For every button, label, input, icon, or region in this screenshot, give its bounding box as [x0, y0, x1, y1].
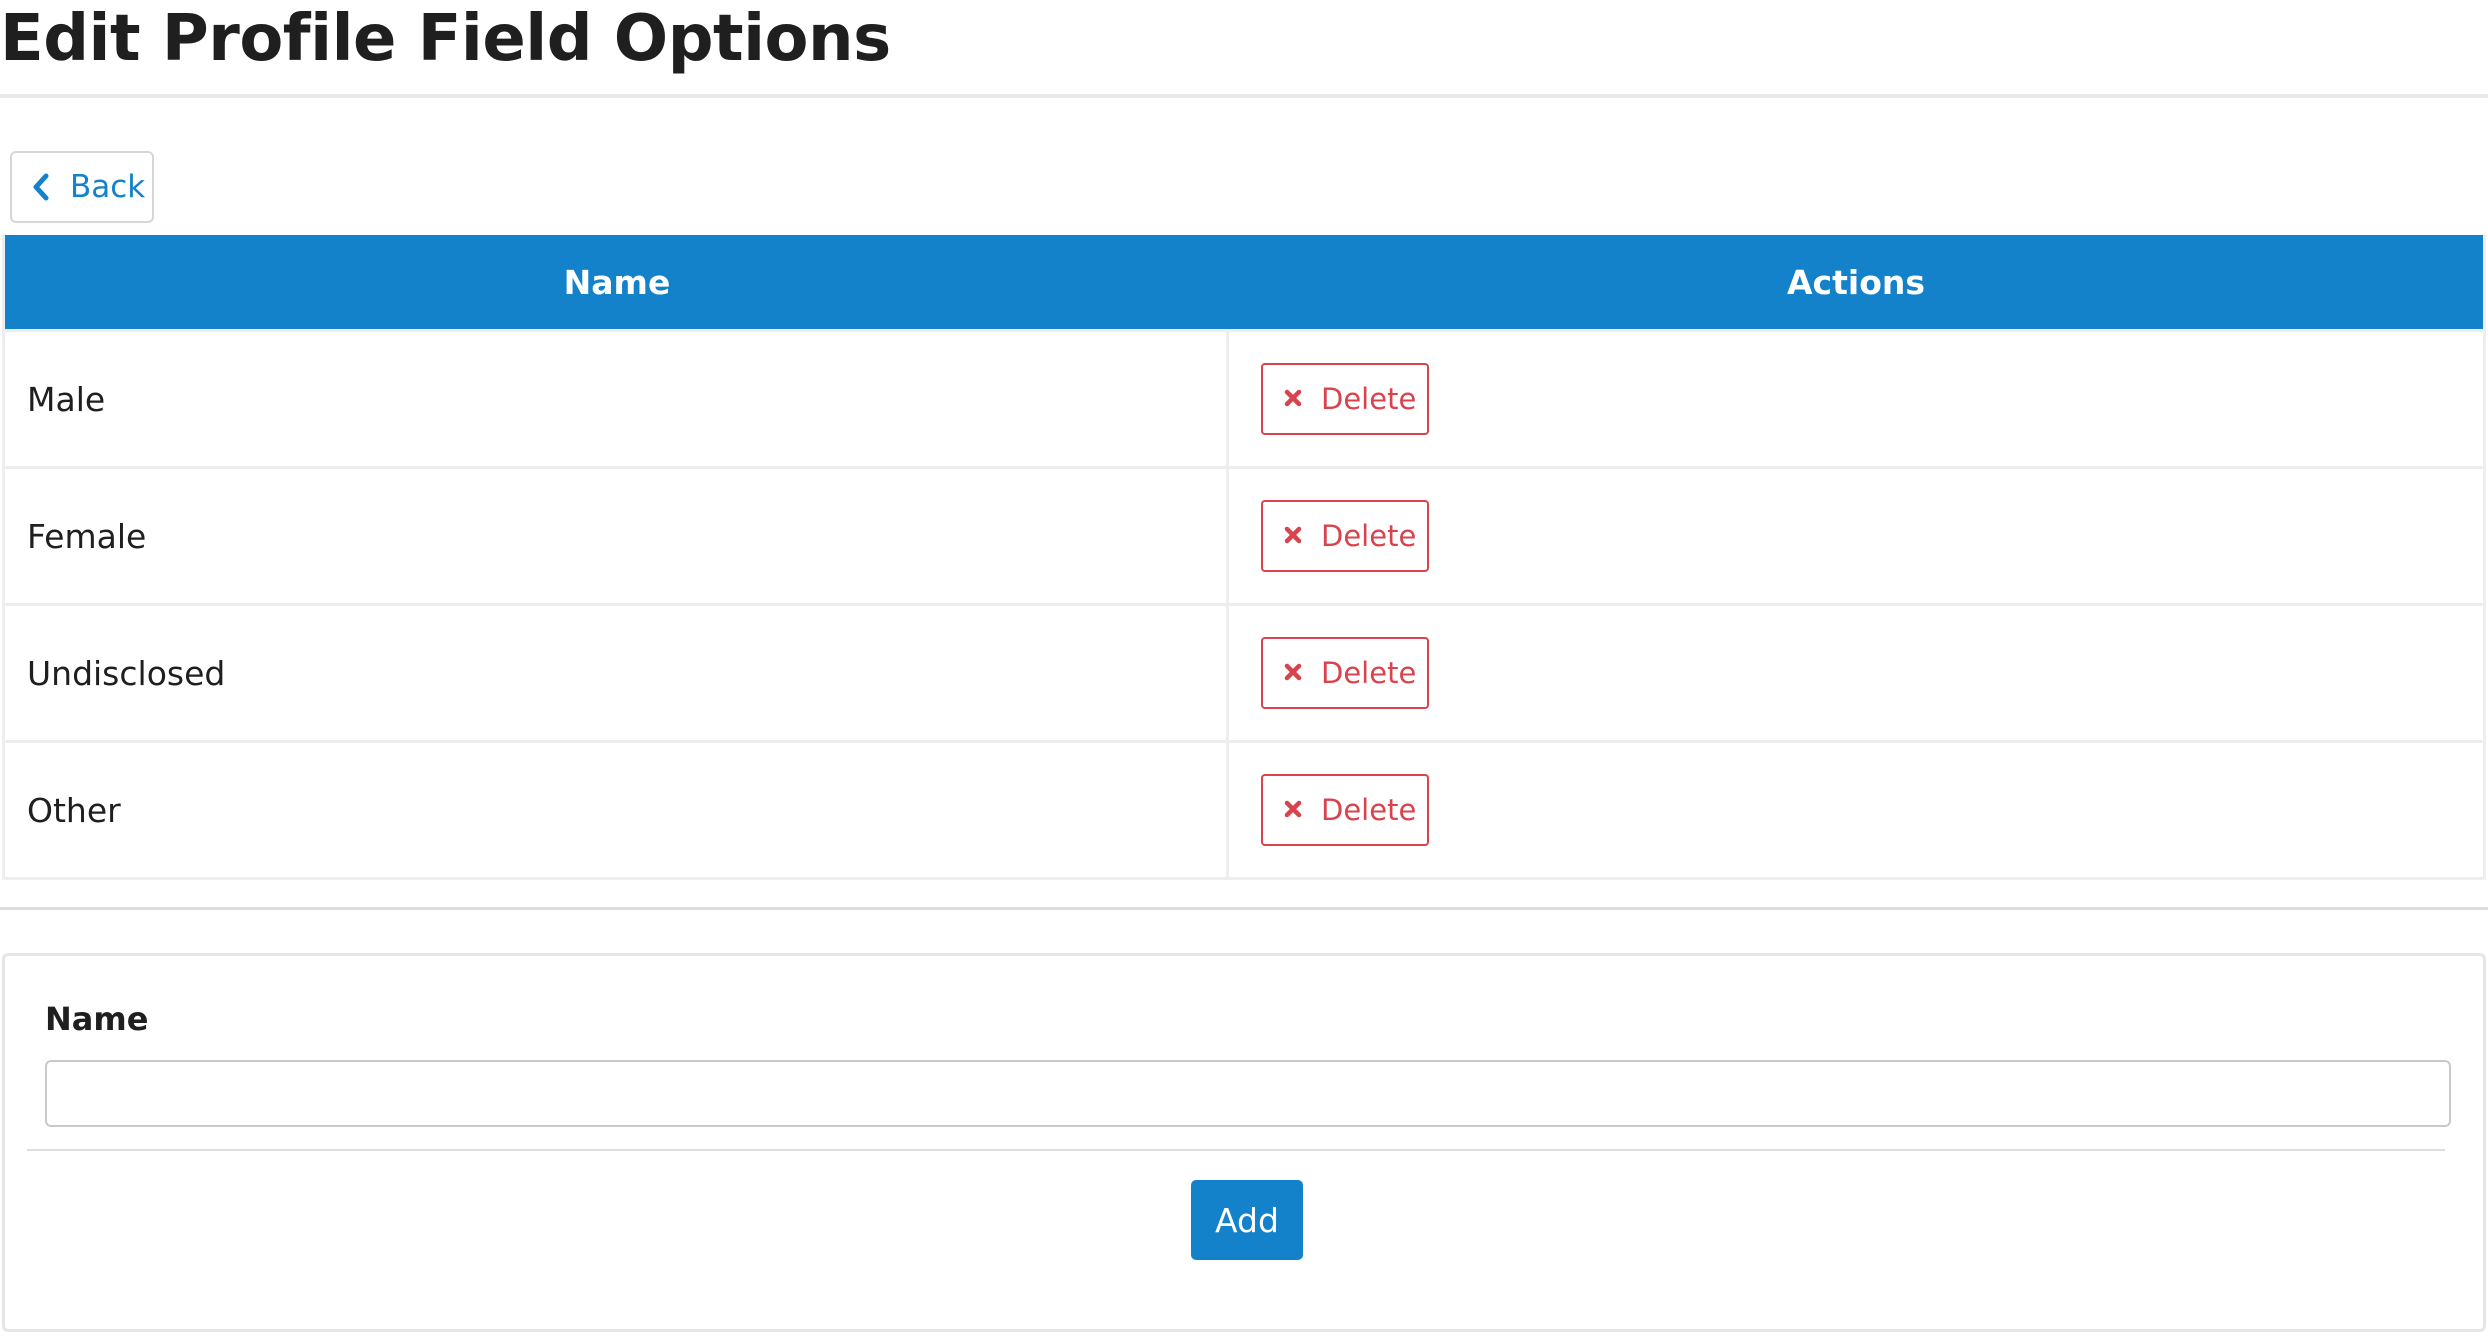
x-icon: [1283, 799, 1305, 821]
table-row: Male Delete: [5, 329, 2483, 466]
delete-button[interactable]: Delete: [1261, 500, 1429, 572]
table-row: Other Delete: [5, 740, 2483, 877]
row-actions: Delete: [1229, 469, 2483, 603]
delete-button[interactable]: Delete: [1261, 637, 1429, 709]
option-name: Male: [5, 332, 1229, 466]
option-name: Other: [5, 743, 1229, 877]
table-header: Name Actions: [5, 235, 2483, 329]
table-row: Female Delete: [5, 466, 2483, 603]
option-name: Undisclosed: [5, 606, 1229, 740]
x-icon: [1283, 525, 1305, 547]
section-divider: [0, 907, 2488, 910]
option-name: Female: [5, 469, 1229, 603]
options-table: Name Actions Male Delete Female Delete U…: [2, 235, 2486, 880]
row-actions: Delete: [1229, 743, 2483, 877]
x-icon: [1283, 662, 1305, 684]
delete-button-label: Delete: [1321, 793, 1417, 827]
page-title: Edit Profile Field Options: [0, 2, 891, 76]
delete-button-label: Delete: [1321, 519, 1417, 553]
column-header-actions: Actions: [1787, 262, 1925, 302]
back-button[interactable]: Back: [10, 151, 154, 223]
row-actions: Delete: [1229, 332, 2483, 466]
delete-button[interactable]: Delete: [1261, 363, 1429, 435]
panel-divider: [27, 1149, 2445, 1151]
x-icon: [1283, 388, 1305, 410]
name-field-label: Name: [45, 1000, 149, 1038]
add-button[interactable]: Add: [1191, 1180, 1303, 1260]
add-option-panel: Name Add: [2, 953, 2486, 1332]
title-divider: [0, 94, 2488, 98]
delete-button-label: Delete: [1321, 382, 1417, 416]
column-header-name: Name: [563, 262, 671, 302]
row-actions: Delete: [1229, 606, 2483, 740]
name-input[interactable]: [45, 1060, 2451, 1127]
table-row: Undisclosed Delete: [5, 603, 2483, 740]
chevron-left-icon: [32, 172, 56, 202]
back-button-label: Back: [70, 169, 146, 205]
delete-button[interactable]: Delete: [1261, 774, 1429, 846]
delete-button-label: Delete: [1321, 656, 1417, 690]
